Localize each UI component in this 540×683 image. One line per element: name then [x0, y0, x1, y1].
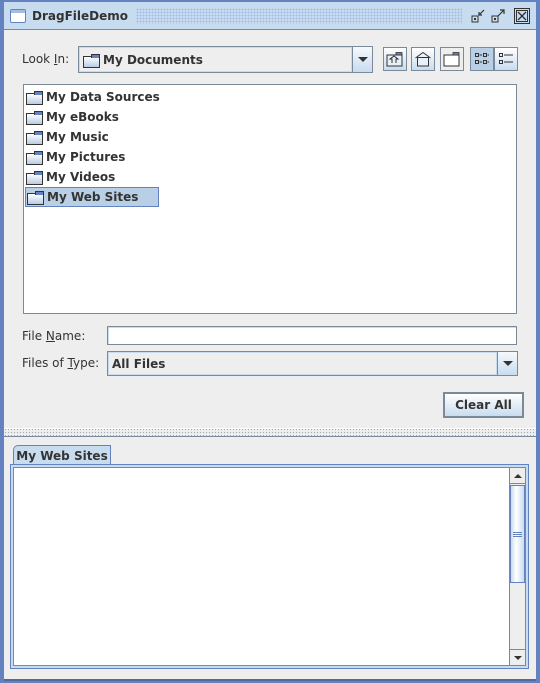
maximize-icon: [491, 8, 505, 22]
files-of-type-dropdown-button[interactable]: [497, 352, 517, 375]
window-title: DragFileDemo: [32, 8, 128, 23]
file-name-label-pre: File: [22, 329, 46, 343]
vertical-scrollbar[interactable]: [509, 468, 525, 665]
look-in-value-text: My Documents: [103, 52, 203, 67]
scroll-up-button[interactable]: [510, 468, 525, 484]
file-list-item[interactable]: My Data Sources: [25, 87, 180, 107]
close-button[interactable]: [514, 7, 530, 24]
tab-panel: [10, 464, 529, 669]
file-name: My Web Sites: [47, 190, 139, 204]
files-of-type-combo[interactable]: All Files: [107, 351, 518, 376]
look-in-label-text: Look: [22, 52, 54, 66]
file-list-item[interactable]: My eBooks: [25, 107, 139, 127]
file-name-label: File Name:: [22, 329, 85, 343]
iconify-icon: [471, 9, 485, 22]
home-icon: [415, 51, 431, 67]
title-grip: [135, 7, 462, 24]
tab-text-area[interactable]: [13, 467, 526, 666]
folder-icon: [27, 191, 44, 205]
chevron-down-icon: [502, 361, 513, 366]
arrow-up-icon: [513, 473, 522, 478]
chevron-down-icon: [357, 57, 368, 62]
file-list-item[interactable]: My Videos: [25, 167, 135, 187]
files-of-type-label-post: ype:: [73, 356, 100, 370]
tab-my-web-sites[interactable]: My Web Sites: [13, 445, 111, 465]
look-in-label-suffix: n:: [57, 52, 70, 66]
home-button[interactable]: [411, 47, 435, 71]
title-bar[interactable]: DragFileDemo: [4, 2, 536, 30]
grip-icon: [513, 531, 522, 537]
folder-icon: [26, 171, 43, 185]
files-of-type-value-text: All Files: [112, 356, 166, 371]
file-name-mnemonic: N: [45, 329, 55, 343]
look-in-combo[interactable]: My Documents: [78, 46, 373, 73]
folder-icon: [26, 91, 43, 105]
file-name: My Pictures: [46, 150, 126, 164]
folder-icon: [26, 111, 43, 125]
file-name-label-post: ame:: [54, 329, 86, 343]
files-of-type-label-pre: Files of: [22, 356, 68, 370]
look-in-label: Look In:: [22, 52, 69, 66]
list-view-icon: [475, 53, 489, 64]
file-name: My Videos: [46, 170, 116, 184]
look-in-dropdown-button[interactable]: [352, 47, 372, 72]
arrow-down-icon: [513, 655, 522, 660]
folder-icon: [26, 131, 43, 145]
details-view-button[interactable]: [494, 47, 518, 71]
folder-icon: [83, 53, 100, 68]
iconify-button[interactable]: [470, 8, 486, 24]
up-one-level-button[interactable]: [383, 47, 407, 71]
close-icon: [516, 9, 528, 22]
look-in-value[interactable]: My Documents: [79, 47, 352, 72]
file-name: My Music: [46, 130, 109, 144]
maximize-button[interactable]: [490, 8, 506, 24]
window-icon: [10, 8, 26, 23]
new-folder-button[interactable]: [440, 47, 464, 71]
file-list[interactable]: My Data Sources My eBooks My Music My Pi…: [23, 84, 517, 314]
list-view-button[interactable]: [470, 47, 494, 71]
file-name: My Data Sources: [46, 90, 160, 104]
file-list-item[interactable]: My Pictures: [25, 147, 145, 167]
new-folder-icon: [443, 52, 460, 67]
clear-all-button[interactable]: Clear All: [443, 392, 524, 418]
scroll-down-button[interactable]: [510, 649, 525, 665]
details-view-icon: [499, 53, 513, 64]
split-pane-divider[interactable]: [4, 428, 536, 437]
scroll-thumb[interactable]: [510, 485, 525, 583]
up-folder-icon: [386, 52, 403, 67]
files-of-type-value[interactable]: All Files: [108, 352, 497, 375]
files-of-type-label: Files of Type:: [22, 356, 99, 370]
file-name: My eBooks: [46, 110, 119, 124]
file-list-item[interactable]: My Music: [25, 127, 129, 147]
file-list-item[interactable]: My Web Sites: [25, 187, 160, 207]
folder-icon: [26, 151, 43, 165]
file-name-input[interactable]: [107, 326, 517, 345]
